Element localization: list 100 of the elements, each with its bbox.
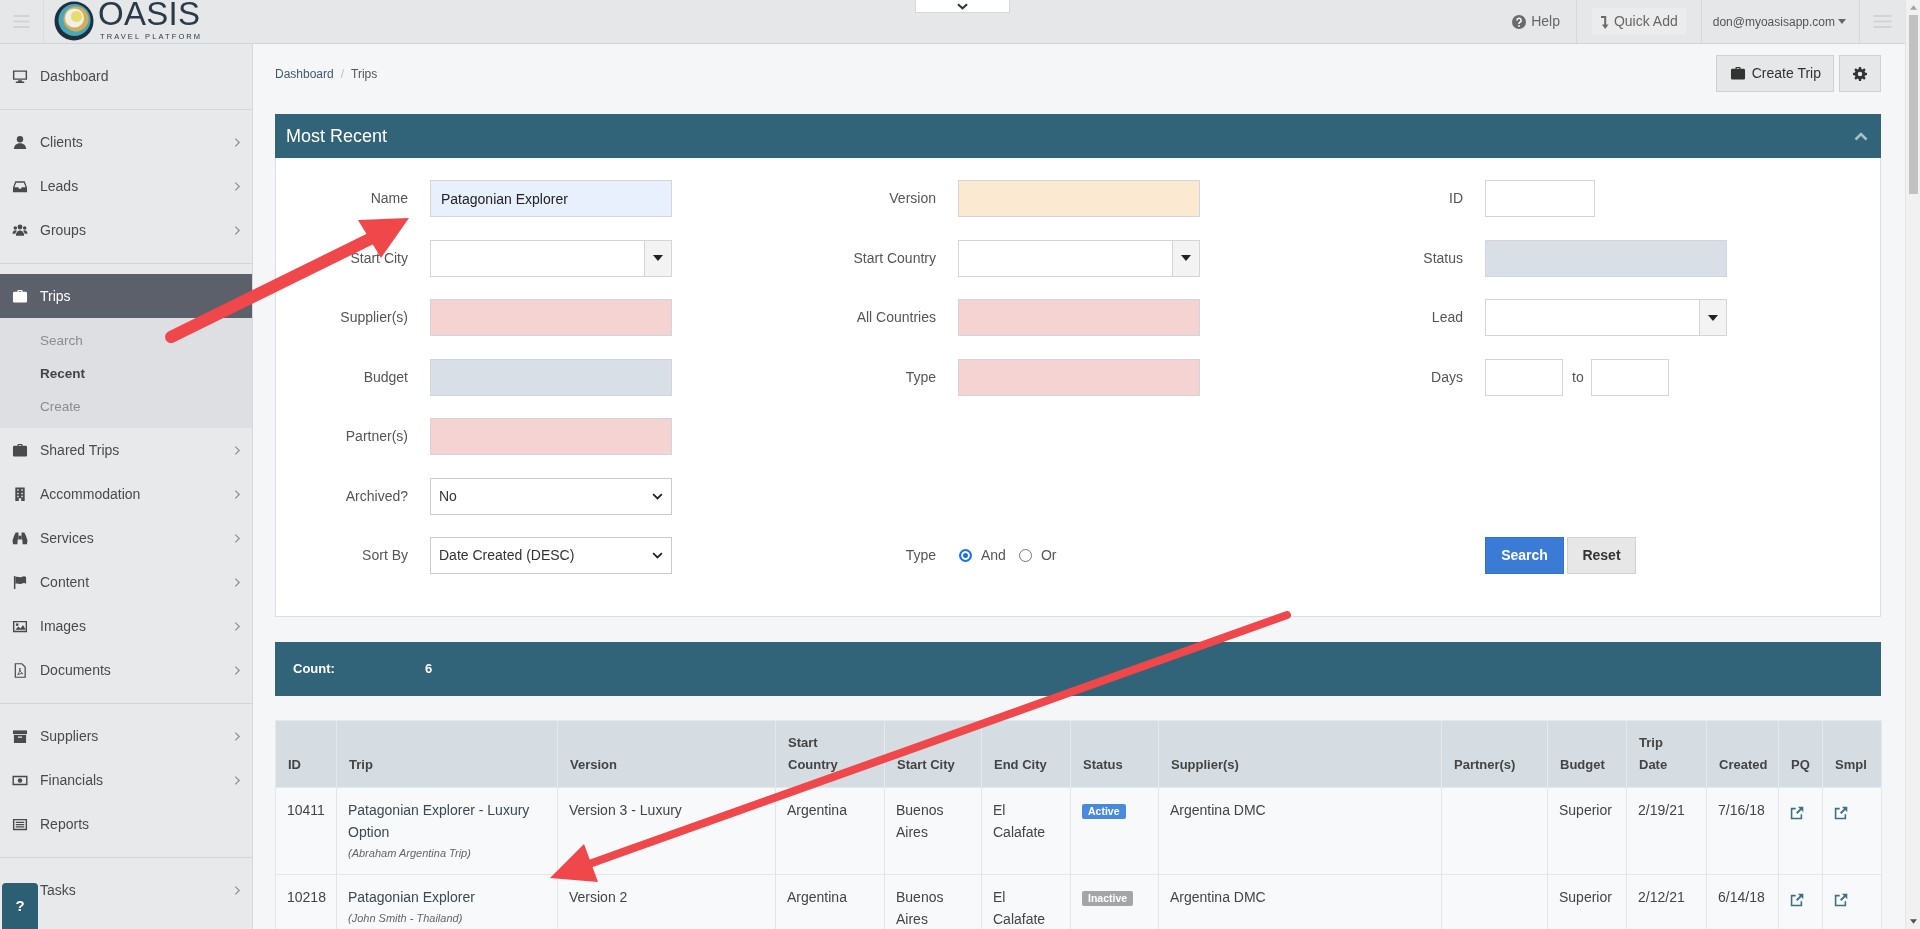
number-field[interactable] [1485, 358, 1563, 396]
scroll-up-icon[interactable] [1909, 5, 1917, 10]
radio-button[interactable] [1018, 549, 1032, 562]
sidebar-item[interactable]: Services [0, 516, 252, 560]
external-link-icon[interactable] [1834, 892, 1848, 907]
table-cell: Superior [1547, 874, 1627, 929]
caret-down-icon[interactable] [1708, 314, 1718, 321]
sidebar-item[interactable]: Accommodation [0, 472, 252, 516]
column-header[interactable]: End City [981, 720, 1071, 788]
text-field[interactable]: Patagonian Explorer [430, 180, 672, 217]
column-header[interactable]: Trip [336, 720, 558, 788]
field-label: Version [889, 189, 936, 208]
column-header[interactable]: Partner(s) [1441, 720, 1548, 788]
column-header[interactable]: Version [557, 720, 776, 788]
sidebar-item[interactable]: Groups [0, 208, 252, 252]
sidebar-item[interactable]: Financials [0, 758, 252, 802]
sidebar-item[interactable]: Shared Trips [0, 428, 252, 472]
sidebar-item[interactable]: Trips [0, 274, 252, 318]
panel-header[interactable]: Most Recent [275, 114, 1881, 158]
list-icon [12, 816, 28, 832]
text-field[interactable] [430, 418, 672, 455]
column-header[interactable]: ID [275, 720, 337, 788]
sidebar-item[interactable]: Tasks [40, 868, 252, 912]
pull-down-tab[interactable] [915, 0, 1010, 13]
text-field[interactable] [1485, 239, 1727, 277]
submenu-item[interactable]: Recent [0, 357, 252, 390]
external-link-icon[interactable] [1790, 892, 1804, 907]
field-label: Sort By [362, 546, 408, 565]
image-icon [12, 618, 28, 634]
column-header[interactable]: Supplier(s) [1158, 720, 1442, 788]
combo-field[interactable] [958, 239, 1200, 277]
sidebar-item[interactable]: Clients [0, 120, 252, 164]
caret-down-icon[interactable] [1181, 255, 1191, 261]
scrollbar-thumb[interactable] [1908, 15, 1918, 194]
field-label: All Countries [856, 308, 936, 327]
user-menu[interactable]: don@myoasisapp.com [1701, 0, 1859, 43]
text-field[interactable] [430, 358, 672, 396]
caret-down-icon [1838, 19, 1846, 24]
caret-down-icon[interactable] [653, 255, 663, 261]
user-icon [12, 134, 28, 150]
column-header[interactable]: Trip Date [1626, 720, 1707, 788]
number-field[interactable] [1590, 358, 1669, 396]
flag-icon [12, 574, 28, 590]
field-label: Supplier(s) [340, 308, 408, 327]
inbox-icon [12, 178, 28, 194]
radio-label[interactable]: Or [1040, 545, 1057, 566]
scroll-down-icon[interactable] [1909, 919, 1917, 924]
radio-label[interactable]: And [981, 545, 1006, 566]
text-field[interactable] [1485, 180, 1595, 217]
table-cell: Version 2 [557, 874, 776, 929]
text-field[interactable] [430, 299, 672, 336]
combo-field[interactable] [1485, 299, 1727, 336]
trip-name-link[interactable]: Patagonian Explorer - Luxury Option [348, 799, 551, 843]
column-header[interactable]: Status [1070, 720, 1159, 788]
trip-note: (John Smith - Thailand) [348, 911, 464, 926]
combo-field[interactable] [430, 239, 672, 277]
table-cell: Argentina DMC [1158, 874, 1442, 929]
suitcase-icon [12, 442, 28, 458]
external-link-icon[interactable] [1790, 805, 1804, 820]
column-header[interactable]: Budget [1547, 720, 1627, 788]
sidebar-item[interactable]: Images [0, 604, 252, 648]
create-trip-button[interactable]: Create Trip [1715, 55, 1834, 92]
column-header[interactable]: Smpl [1822, 720, 1882, 788]
sidebar-item[interactable]: Leads [0, 164, 252, 208]
help-button[interactable]: ? [2, 883, 38, 929]
table-cell: Superior [1547, 787, 1627, 875]
quick-add-button[interactable]: Quick Add [1591, 8, 1686, 35]
select-field[interactable]: Date Created (DESC) [430, 537, 672, 574]
suitcase-icon [12, 288, 28, 304]
help-link[interactable]: Help [1512, 0, 1576, 43]
table-cell: Argentina DMC [1158, 787, 1442, 875]
radio-button[interactable] [959, 549, 972, 562]
settings-button[interactable] [1839, 55, 1881, 92]
column-header[interactable]: PQ [1778, 720, 1823, 788]
field-label: Type [905, 546, 936, 565]
table-cell: Buenos Aires [884, 874, 982, 929]
sidebar-item[interactable]: Content [0, 560, 252, 604]
select-field[interactable]: No [430, 477, 672, 515]
column-header[interactable]: Created [1706, 720, 1779, 788]
trip-name-link[interactable]: Patagonian Explorer [348, 886, 551, 908]
scrollbar-track[interactable] [1905, 0, 1920, 929]
table-cell: Buenos Aires [884, 787, 982, 875]
sidebar-item[interactable]: Reports [0, 802, 252, 846]
chevron-down-icon [652, 492, 663, 500]
reset-button[interactable]: Reset [1567, 537, 1636, 574]
chevron-up-icon[interactable] [1854, 131, 1868, 141]
table-cell: 2/19/21 [1626, 787, 1707, 875]
text-field[interactable] [958, 358, 1200, 396]
sidebar-item[interactable]: Suppliers [0, 714, 252, 758]
count-value: 6 [425, 660, 433, 679]
sidebar-item[interactable]: Documents [0, 648, 252, 692]
breadcrumb-link[interactable]: Dashboard [275, 64, 334, 83]
search-button[interactable]: Search [1485, 537, 1564, 574]
archive-box-icon [12, 728, 28, 744]
external-link-icon[interactable] [1834, 805, 1848, 820]
sidebar-item[interactable]: Dashboard [0, 54, 252, 98]
chevron-down-icon [957, 2, 968, 10]
field-label: Budget [363, 367, 408, 387]
text-field[interactable] [958, 180, 1200, 217]
text-field[interactable] [958, 299, 1200, 336]
